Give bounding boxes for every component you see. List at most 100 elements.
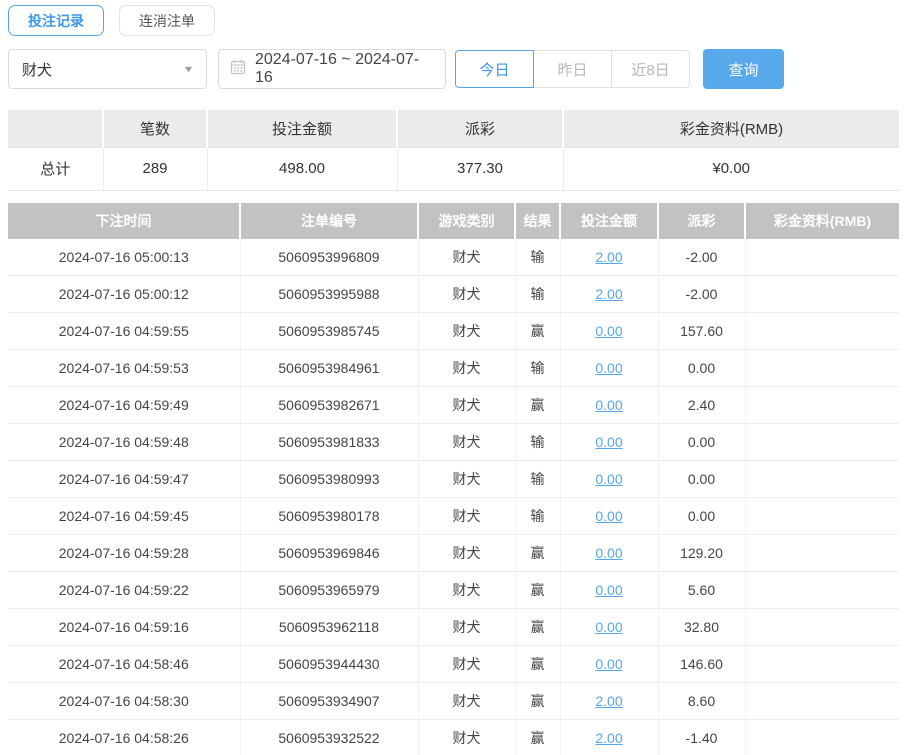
bet-time-cell: 2024-07-16 04:59:22 (8, 571, 241, 609)
payout-cell: 8.60 (658, 682, 746, 720)
order-number-cell: 5060953982671 (240, 386, 419, 424)
bet-amount-link[interactable]: 0.00 (595, 545, 622, 561)
last-8-days-button[interactable]: 近8日 (611, 50, 690, 88)
bet-time-cell: 2024-07-16 04:59:55 (8, 312, 241, 350)
bet-amount-link[interactable]: 0.00 (595, 434, 622, 450)
quick-date-group: 今日 昨日 近8日 (455, 50, 690, 88)
bet-time-cell: 2024-07-16 04:59:47 (8, 460, 241, 498)
record-row: 2024-07-16 04:59:48 5060953981833 财犬输 0.00 0… (8, 423, 899, 461)
result-cell: 赢 (515, 608, 561, 646)
payout-cell: 2.40 (658, 386, 746, 424)
bonus-cell (745, 608, 899, 646)
bonus-cell (745, 238, 899, 276)
record-row: 2024-07-16 04:59:47 5060953980993 财犬输 0.00 0… (8, 460, 899, 498)
bet-amount-cell: 0.00 (560, 571, 659, 609)
order-number-cell: 5060953944430 (240, 645, 419, 683)
game-type-cell: 财犬 (418, 571, 516, 609)
payout-cell: -2.00 (658, 275, 746, 313)
order-number-cell: 5060953932522 (240, 719, 419, 755)
bet-amount-cell: 0.00 (560, 312, 659, 350)
tab-bet-records[interactable]: 投注记录 (8, 5, 104, 36)
payout-cell: 0.00 (658, 423, 746, 461)
result-cell: 赢 (515, 312, 561, 350)
bet-amount-cell: 0.00 (560, 534, 659, 572)
result-cell: 输 (515, 238, 561, 276)
bet-amount-cell: 0.00 (560, 349, 659, 387)
bonus-cell (745, 460, 899, 498)
search-button[interactable]: 查询 (703, 49, 784, 89)
record-row: 2024-07-16 05:00:13 5060953996809 财犬输 2.00 -… (8, 238, 899, 276)
order-number-cell: 5060953996809 (240, 238, 419, 276)
bet-amount-link[interactable]: 2.00 (595, 286, 622, 302)
records-column-header: 投注金额 (560, 202, 659, 239)
game-type-cell: 财犬 (418, 460, 516, 498)
payout-cell: 157.60 (658, 312, 746, 350)
game-type-cell: 财犬 (418, 423, 516, 461)
summary-table: 笔数 投注金额 派彩 彩金资料(RMB) 总计 289 498.00 377.30 ¥0.00 (8, 110, 899, 191)
summary-column-header (8, 110, 104, 148)
record-row: 2024-07-16 04:58:46 5060953944430 财犬赢 0.00 1… (8, 645, 899, 683)
game-type-cell: 财犬 (418, 386, 516, 424)
result-cell: 输 (515, 423, 561, 461)
tab-bar: 投注记录 连消注单 (8, 5, 899, 36)
bet-time-cell: 2024-07-16 05:00:13 (8, 238, 241, 276)
date-range-value: 2024-07-16 ~ 2024-07-16 (255, 51, 420, 86)
bet-amount-link[interactable]: 0.00 (595, 323, 622, 339)
payout-cell: 0.00 (658, 497, 746, 535)
records-table: 下注时间 注单编号 游戏类别 结果 投注金额 派彩 彩金资料(RMB) 2024-07-16… (8, 202, 899, 755)
game-type-cell: 财犬 (418, 719, 516, 755)
bonus-cell (745, 275, 899, 313)
summary-total-cell: 377.30 (397, 147, 564, 191)
bet-amount-link[interactable]: 0.00 (595, 582, 622, 598)
result-cell: 输 (515, 497, 561, 535)
records-column-header: 下注时间 (8, 202, 241, 239)
bet-amount-link[interactable]: 0.00 (595, 471, 622, 487)
yesterday-button[interactable]: 昨日 (533, 50, 612, 88)
bonus-cell (745, 534, 899, 572)
game-type-cell: 财犬 (418, 608, 516, 646)
game-select[interactable]: 财犬 ▼ (8, 49, 207, 89)
result-cell: 赢 (515, 682, 561, 720)
bet-amount-link[interactable]: 2.00 (595, 249, 622, 265)
bonus-cell (745, 349, 899, 387)
date-range-input[interactable]: 2024-07-16 ~ 2024-07-16 (218, 49, 446, 89)
result-cell: 赢 (515, 645, 561, 683)
game-type-cell: 财犬 (418, 312, 516, 350)
result-cell: 输 (515, 349, 561, 387)
bet-amount-cell: 0.00 (560, 497, 659, 535)
bet-amount-link[interactable]: 2.00 (595, 693, 622, 709)
records-column-header: 彩金资料(RMB) (745, 202, 899, 239)
game-select-value: 财犬 (22, 61, 53, 79)
record-row: 2024-07-16 04:58:30 5060953934907 财犬赢 2.00 8… (8, 682, 899, 720)
record-row: 2024-07-16 04:59:55 5060953985745 财犬赢 0.00 1… (8, 312, 899, 350)
order-number-cell: 5060953969846 (240, 534, 419, 572)
payout-cell: 146.60 (658, 645, 746, 683)
summary-total-cell: 498.00 (207, 147, 398, 191)
bet-amount-cell: 2.00 (560, 719, 659, 755)
tab-canceled-orders[interactable]: 连消注单 (119, 5, 215, 36)
order-number-cell: 5060953984961 (240, 349, 419, 387)
game-type-cell: 财犬 (418, 275, 516, 313)
bet-amount-link[interactable]: 0.00 (595, 360, 622, 376)
record-row: 2024-07-16 04:59:53 5060953984961 财犬输 0.00 0… (8, 349, 899, 387)
order-number-cell: 5060953981833 (240, 423, 419, 461)
bet-time-cell: 2024-07-16 04:59:28 (8, 534, 241, 572)
bet-amount-link[interactable]: 0.00 (595, 508, 622, 524)
result-cell: 赢 (515, 571, 561, 609)
bet-amount-link[interactable]: 0.00 (595, 397, 622, 413)
record-row: 2024-07-16 04:59:22 5060953965979 财犬赢 0.00 5… (8, 571, 899, 609)
bet-amount-cell: 0.00 (560, 608, 659, 646)
bet-amount-link[interactable]: 2.00 (595, 730, 622, 746)
bet-amount-link[interactable]: 0.00 (595, 619, 622, 635)
payout-cell: 0.00 (658, 460, 746, 498)
result-cell: 赢 (515, 534, 561, 572)
bet-amount-cell: 2.00 (560, 275, 659, 313)
result-cell: 输 (515, 460, 561, 498)
bet-amount-link[interactable]: 0.00 (595, 656, 622, 672)
order-number-cell: 5060953980178 (240, 497, 419, 535)
game-type-cell: 财犬 (418, 497, 516, 535)
payout-cell: 0.00 (658, 349, 746, 387)
bet-amount-cell: 2.00 (560, 682, 659, 720)
today-button[interactable]: 今日 (455, 50, 534, 88)
summary-column-header: 投注金额 (207, 110, 398, 148)
